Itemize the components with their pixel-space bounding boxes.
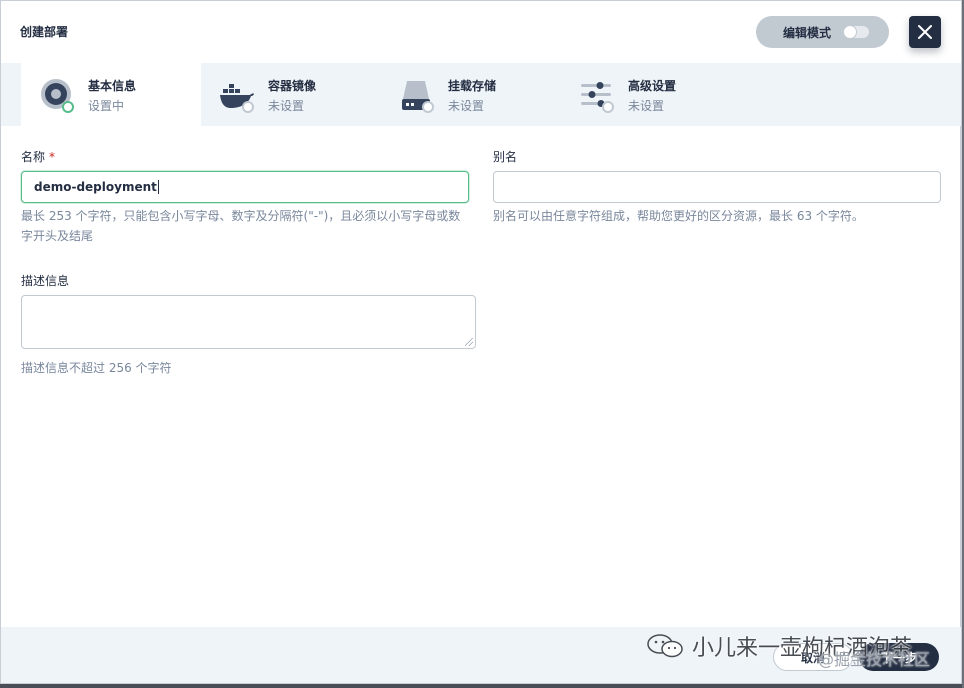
name-input-value: demo-deployment xyxy=(34,180,157,194)
tab-basic-info[interactable]: 基本信息 设置中 xyxy=(21,63,201,126)
tab-mount-storage[interactable]: 挂载存储 未设置 xyxy=(381,63,561,126)
edit-mode-label: 编辑模式 xyxy=(783,25,832,40)
text-caret xyxy=(157,180,159,194)
name-input[interactable]: demo-deployment xyxy=(21,171,469,203)
tab-status-dot xyxy=(62,101,74,113)
resize-handle[interactable] xyxy=(465,338,473,346)
tab-status: 设置中 xyxy=(88,99,125,113)
dialog-title: 创建部署 xyxy=(20,25,69,39)
alias-hint: 别名可以由任意字符组成，帮助您更好的区分资源，最长 63 个字符。 xyxy=(493,209,864,223)
description-textarea[interactable] xyxy=(21,295,476,349)
close-button[interactable] xyxy=(909,16,941,48)
description-field-label: 描述信息 xyxy=(21,274,70,288)
tab-label: 挂载存储 xyxy=(448,79,497,93)
tab-status-dot xyxy=(602,101,614,113)
description-hint: 描述信息不超过 256 个字符 xyxy=(21,361,172,375)
tab-label: 容器镜像 xyxy=(268,79,317,93)
tab-label: 高级设置 xyxy=(628,79,677,93)
wechat-icon xyxy=(647,634,683,658)
watermark-sub: @掘金技术社区 xyxy=(818,650,931,669)
close-icon xyxy=(918,25,932,39)
dialog-header: 创建部署 编辑模式 xyxy=(1,1,961,63)
edit-mode-toggle-button[interactable]: 编辑模式 xyxy=(756,16,889,48)
name-field-label: 名称 * xyxy=(21,148,55,165)
tab-advanced-settings[interactable]: 高级设置 未设置 xyxy=(561,63,741,126)
name-label-text: 名称 xyxy=(21,150,46,164)
tab-status: 未设置 xyxy=(628,99,665,113)
name-hint: 最长 253 个字符，只能包含小写字母、数字及分隔符("-")，且必须以小写字母… xyxy=(21,209,461,243)
tab-status-dot xyxy=(422,101,434,113)
switch-knob xyxy=(843,25,857,39)
alias-field-label: 别名 xyxy=(493,150,518,164)
edit-mode-switch[interactable] xyxy=(843,25,869,39)
tab-status-dot xyxy=(242,101,254,113)
required-mark: * xyxy=(49,150,56,164)
step-tabs: 基本信息 设置中 容器镜像 未设置 挂载存储 未设置 高级设置 未设置 xyxy=(1,63,961,126)
tab-status: 未设置 xyxy=(448,99,485,113)
tab-status: 未设置 xyxy=(268,99,305,113)
tab-label: 基本信息 xyxy=(88,79,137,93)
alias-input[interactable] xyxy=(493,171,941,203)
create-deployment-dialog: 创建部署 编辑模式 基本信息 设置中 容器镜像 未设置 挂载存储 未设置 高级设… xyxy=(0,0,962,684)
tab-container-image[interactable]: 容器镜像 未设置 xyxy=(201,63,381,126)
